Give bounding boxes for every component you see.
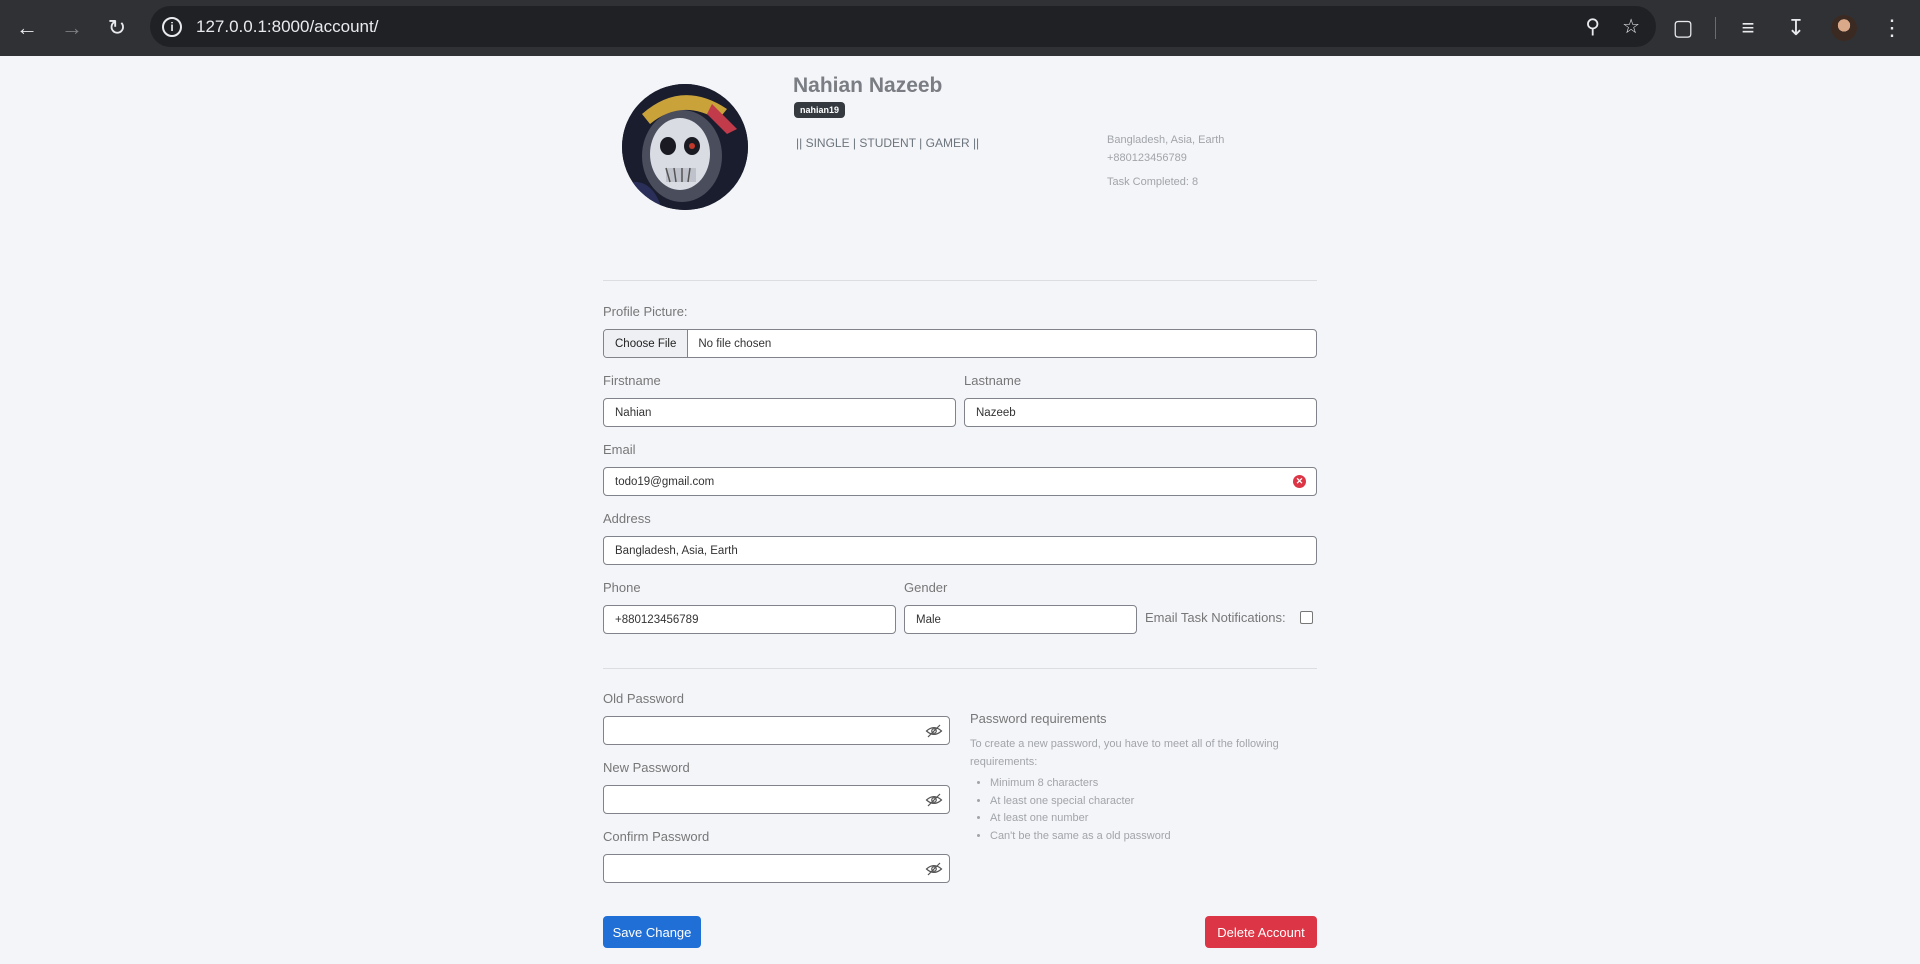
profile-bio: || SINGLE | STUDENT | GAMER || xyxy=(796,136,980,150)
lastname-label: Lastname xyxy=(964,373,1022,388)
tasks-completed: Task Completed: 8 xyxy=(1107,176,1199,188)
site-info-icon[interactable]: i xyxy=(162,16,182,37)
profile-meta: Bangladesh, Asia, Earth +880123456789 Ta… xyxy=(1107,131,1224,191)
password-requirements-list: Minimum 8 characters At least one specia… xyxy=(970,775,1171,845)
email-notifications-label: Email Task Notifications: xyxy=(1145,610,1286,625)
password-requirements-title: Password requirements xyxy=(970,711,1107,726)
eye-slash-icon[interactable] xyxy=(925,791,943,809)
list-item: Can't be the same as a old password xyxy=(990,828,1171,846)
lastname-input[interactable]: Nazeeb xyxy=(964,398,1317,427)
zoom-icon[interactable]: ⚲ xyxy=(1585,14,1600,39)
profile-avatar-icon[interactable] xyxy=(1822,6,1866,50)
new-password-label: New Password xyxy=(603,760,690,775)
profile-picture-input[interactable]: Choose File No file chosen xyxy=(603,329,1317,358)
email-error-icon: ✕ xyxy=(1293,475,1306,488)
address-input[interactable]: Bangladesh, Asia, Earth xyxy=(603,536,1317,565)
list-item: At least one special character xyxy=(990,793,1171,811)
media-queue-icon[interactable]: ≡ xyxy=(1726,6,1770,50)
username-badge: nahian19 xyxy=(794,102,846,118)
file-status: No file chosen xyxy=(698,337,772,350)
address-label: Address xyxy=(603,511,651,526)
back-arrow-icon[interactable]: ← xyxy=(5,6,49,50)
toolbar-separator xyxy=(1715,17,1716,39)
delete-account-button[interactable]: Delete Account xyxy=(1205,916,1317,948)
gender-input[interactable]: Male xyxy=(904,605,1137,634)
profile-phone: +880123456789 xyxy=(1107,152,1187,164)
gender-label: Gender xyxy=(904,580,948,595)
bookmark-star-icon[interactable]: ☆ xyxy=(1622,14,1640,39)
email-value: todo19@gmail.com xyxy=(615,475,715,488)
phone-label: Phone xyxy=(603,580,641,595)
section-divider xyxy=(603,280,1317,281)
profile-name: Nahian Nazeeb xyxy=(793,74,943,97)
password-requirements-desc: To create a new password, you have to me… xyxy=(970,738,1279,768)
old-password-input[interactable] xyxy=(603,716,950,745)
firstname-label: Firstname xyxy=(603,373,661,388)
eye-slash-icon[interactable] xyxy=(925,860,943,878)
email-input[interactable]: todo19@gmail.com ✕ xyxy=(603,467,1317,496)
list-item: Minimum 8 characters xyxy=(990,775,1171,793)
confirm-password-label: Confirm Password xyxy=(603,829,710,844)
confirm-password-input[interactable] xyxy=(603,854,950,883)
extensions-icon[interactable]: ▢ xyxy=(1661,6,1705,50)
section-divider xyxy=(603,668,1317,669)
url-text[interactable]: 127.0.0.1:8000/account/ xyxy=(196,17,378,37)
old-password-label: Old Password xyxy=(603,691,684,706)
profile-picture-label: Profile Picture: xyxy=(603,304,688,319)
save-change-button[interactable]: Save Change xyxy=(603,916,701,948)
download-icon[interactable]: ↧ xyxy=(1774,6,1818,50)
choose-file-button[interactable]: Choose File xyxy=(604,330,689,357)
eye-slash-icon[interactable] xyxy=(925,722,943,740)
profile-avatar xyxy=(622,84,748,210)
email-label: Email xyxy=(603,442,636,457)
profile-location: Bangladesh, Asia, Earth xyxy=(1107,134,1225,146)
firstname-input[interactable]: Nahian xyxy=(603,398,956,427)
menu-kebab-icon[interactable]: ⋮ xyxy=(1870,6,1914,50)
email-notifications-checkbox[interactable] xyxy=(1300,611,1313,624)
address-bar[interactable]: i 127.0.0.1:8000/account/ ⚲ ☆ xyxy=(150,6,1656,47)
new-password-input[interactable] xyxy=(603,785,950,814)
phone-input[interactable]: +880123456789 xyxy=(603,605,896,634)
list-item: At least one number xyxy=(990,810,1171,828)
reload-icon[interactable]: ↻ xyxy=(95,6,139,50)
forward-arrow-icon[interactable]: → xyxy=(50,6,94,50)
browser-toolbar: ← → ↻ i 127.0.0.1:8000/account/ ⚲ ☆ ▢ ≡ … xyxy=(0,0,1920,56)
